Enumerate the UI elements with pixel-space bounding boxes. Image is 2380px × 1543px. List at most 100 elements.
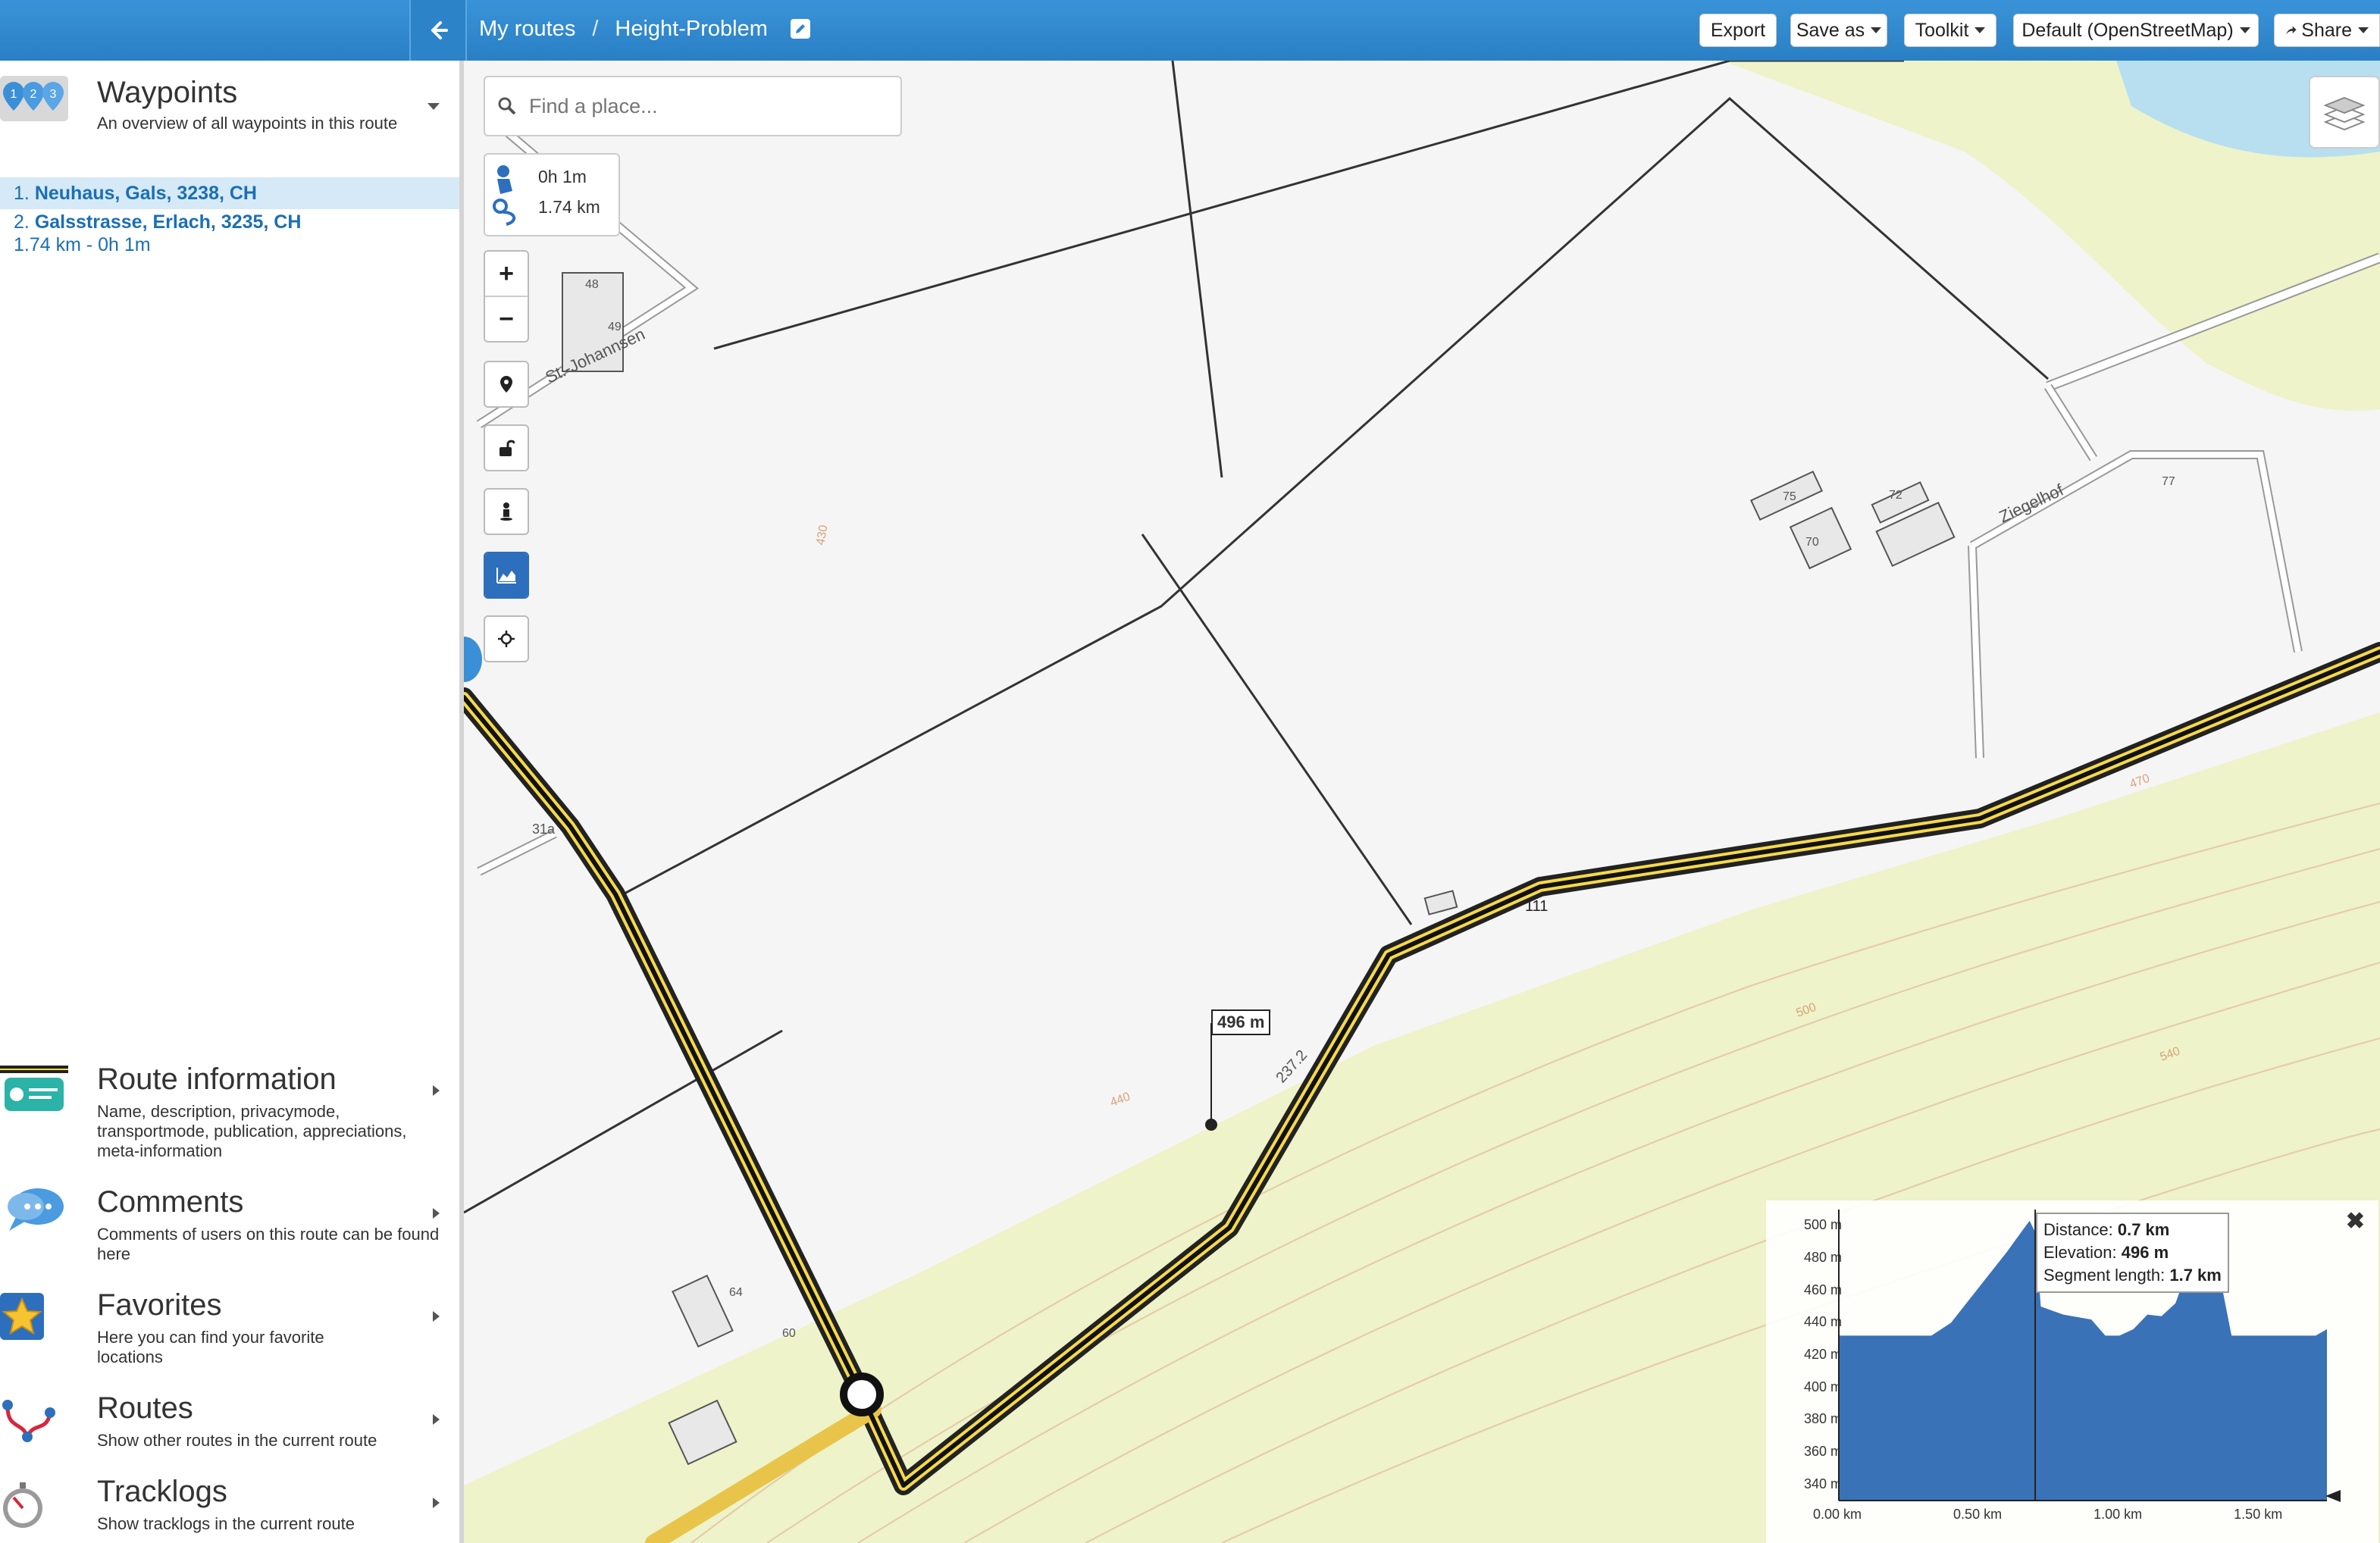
- unlock-icon: [499, 440, 515, 456]
- arrow-left-icon: [431, 21, 448, 39]
- map-marker-icon: [500, 376, 512, 393]
- route-name[interactable]: Height-Problem: [615, 17, 767, 42]
- waypoint-item-2[interactable]: 2. Galsstrasse, Erlach, 3235, CH 1.74 km…: [0, 211, 459, 258]
- breadcrumb-separator: /: [592, 16, 599, 41]
- share-button[interactable]: Share: [2274, 14, 2380, 47]
- waypoints-description: An overview of all waypoints in this rou…: [97, 114, 398, 133]
- zoom-out-button[interactable]: −: [485, 296, 528, 341]
- locate-control: [484, 615, 529, 662]
- stopwatch-icon: [0, 1475, 70, 1529]
- cyclist-icon: [493, 165, 515, 226]
- chevron-right-icon: [433, 1208, 440, 1219]
- pegman-button[interactable]: [485, 490, 528, 534]
- collapse-sidebar-button[interactable]: [409, 0, 467, 61]
- hover-elevation-label: 496 m: [1211, 1009, 1271, 1035]
- waypoint-item-1[interactable]: 1. Neuhaus, Gals, 3238, CH: [0, 177, 459, 209]
- tracklogs-section[interactable]: Tracklogs Show tracklogs in the current …: [0, 1475, 455, 1543]
- svg-text:3: 3: [50, 88, 57, 101]
- breadcrumb: My routes / Height-Problem: [479, 0, 810, 58]
- house-number-label: 72: [1889, 489, 1902, 502]
- waypoints-title: Waypoints: [97, 76, 238, 109]
- waypoints-icon: 1 2 3: [0, 73, 70, 127]
- route-information-title: Route information: [97, 1063, 337, 1096]
- unlock-button[interactable]: [485, 426, 528, 470]
- route-information-section[interactable]: Route information Name, description, pri…: [0, 1063, 455, 1169]
- sidebar: 1 2 3 Waypoints An overview of all waypo…: [0, 61, 464, 1543]
- route-info-icon: [0, 1066, 70, 1120]
- area-chart-icon: [496, 568, 516, 584]
- tooltip-distance-label: Distance:: [2043, 1220, 2113, 1239]
- favorites-section[interactable]: Favorites Here you can find your favorit…: [0, 1288, 455, 1379]
- pegman-icon: [500, 502, 512, 521]
- house-number-label: 77: [2162, 475, 2175, 488]
- house-number-label: 60: [782, 1327, 796, 1340]
- hover-marker-dot: [1205, 1119, 1217, 1131]
- house-number-label: 31a: [532, 822, 556, 837]
- house-number-label: 75: [1783, 490, 1796, 503]
- house-number-label: 49: [608, 321, 622, 333]
- chevron-down-icon: [1974, 27, 1986, 33]
- tooltip-segment-label: Segment length:: [2043, 1266, 2165, 1285]
- elevation-tooltip: Distance: 0.7 km Elevation: 496 m Segmen…: [2036, 1213, 2229, 1293]
- route-distance: 1.74 km: [538, 197, 600, 217]
- chevron-right-icon: [433, 1414, 440, 1425]
- save-as-button[interactable]: Save as: [1790, 14, 1887, 47]
- chevron-down-icon: [1871, 27, 1882, 33]
- waypoint-index: 2.: [14, 211, 30, 233]
- lock-control: [484, 424, 529, 471]
- zoom-in-button[interactable]: +: [485, 252, 528, 296]
- tracklogs-title: Tracklogs: [97, 1475, 227, 1508]
- star-icon: [0, 1291, 70, 1346]
- house-number-label: 48: [585, 278, 599, 291]
- route-duration: 0h 1m: [538, 167, 587, 186]
- elevation-profile-panel: ✖ 500 m 480 m 460 m 440 m 420 m 400 m 380 m 360…: [1766, 1200, 2378, 1543]
- house-number-label: 70: [1805, 536, 1819, 549]
- search-icon: [498, 97, 516, 115]
- comments-section[interactable]: Comments Comments of users on this route…: [0, 1185, 455, 1276]
- chevron-down-icon: [2239, 27, 2250, 33]
- search-input[interactable]: [528, 93, 879, 119]
- comments-description: Comments of users on this route can be f…: [97, 1225, 440, 1263]
- chevron-down-icon[interactable]: [427, 103, 440, 110]
- elevation-control: [484, 552, 529, 599]
- tooltip-distance-value: 0.7 km: [2117, 1220, 2170, 1239]
- svg-text:2: 2: [30, 88, 37, 101]
- chevron-right-icon: [433, 1085, 440, 1096]
- road-shield-label: 111: [1525, 898, 1548, 915]
- map-marker-button[interactable]: [485, 362, 528, 406]
- svg-text:1: 1: [11, 88, 17, 101]
- waypoint-index: 1.: [14, 183, 30, 204]
- waypoint-name: Galsstrasse, Erlach, 3235, CH: [34, 211, 302, 233]
- end-marker-icon: [2325, 1490, 2341, 1502]
- tooltip-segment-value: 1.7 km: [2169, 1266, 2222, 1285]
- routes-section[interactable]: Routes Show other routes in the current …: [0, 1391, 455, 1467]
- layers-button[interactable]: [2309, 76, 2380, 149]
- toolkit-button[interactable]: Toolkit: [1904, 14, 1996, 47]
- place-search[interactable]: [484, 76, 902, 136]
- favorites-title: Favorites: [97, 1288, 222, 1322]
- map-view[interactable]: St.-Johannsen Ziegelhof 237.2 111 31a 48…: [464, 61, 2380, 1543]
- waypoint-name: Neuhaus, Gals, 3238, CH: [34, 183, 257, 204]
- breadcrumb-my-routes[interactable]: My routes: [479, 17, 575, 42]
- tracklogs-description: Show tracklogs in the current route: [97, 1514, 355, 1533]
- export-button[interactable]: Export: [1699, 14, 1777, 47]
- locate-button[interactable]: [485, 617, 528, 661]
- comments-title: Comments: [97, 1185, 244, 1219]
- map-style-dropdown[interactable]: Default (OpenStreetMap): [2013, 14, 2259, 47]
- chevron-right-icon: [433, 1311, 440, 1322]
- elevation-profile-button[interactable]: [485, 553, 528, 597]
- zoom-controls: + −: [484, 250, 529, 343]
- routes-title: Routes: [97, 1391, 193, 1425]
- chevron-right-icon: [433, 1498, 440, 1508]
- edit-icon[interactable]: [790, 19, 810, 39]
- favorites-description: Here you can find your favorite location…: [97, 1328, 324, 1366]
- comments-icon: [0, 1185, 70, 1240]
- roundabout: [840, 1372, 884, 1416]
- layers-icon: [2324, 96, 2365, 131]
- marker-control: [484, 361, 529, 408]
- share-icon: [2286, 26, 2297, 35]
- tooltip-elevation-value: 496 m: [2121, 1243, 2169, 1262]
- waypoint-detail: 1.74 km - 0h 1m: [14, 234, 151, 255]
- streetview-control: [484, 488, 529, 535]
- route-icon: [0, 1391, 70, 1446]
